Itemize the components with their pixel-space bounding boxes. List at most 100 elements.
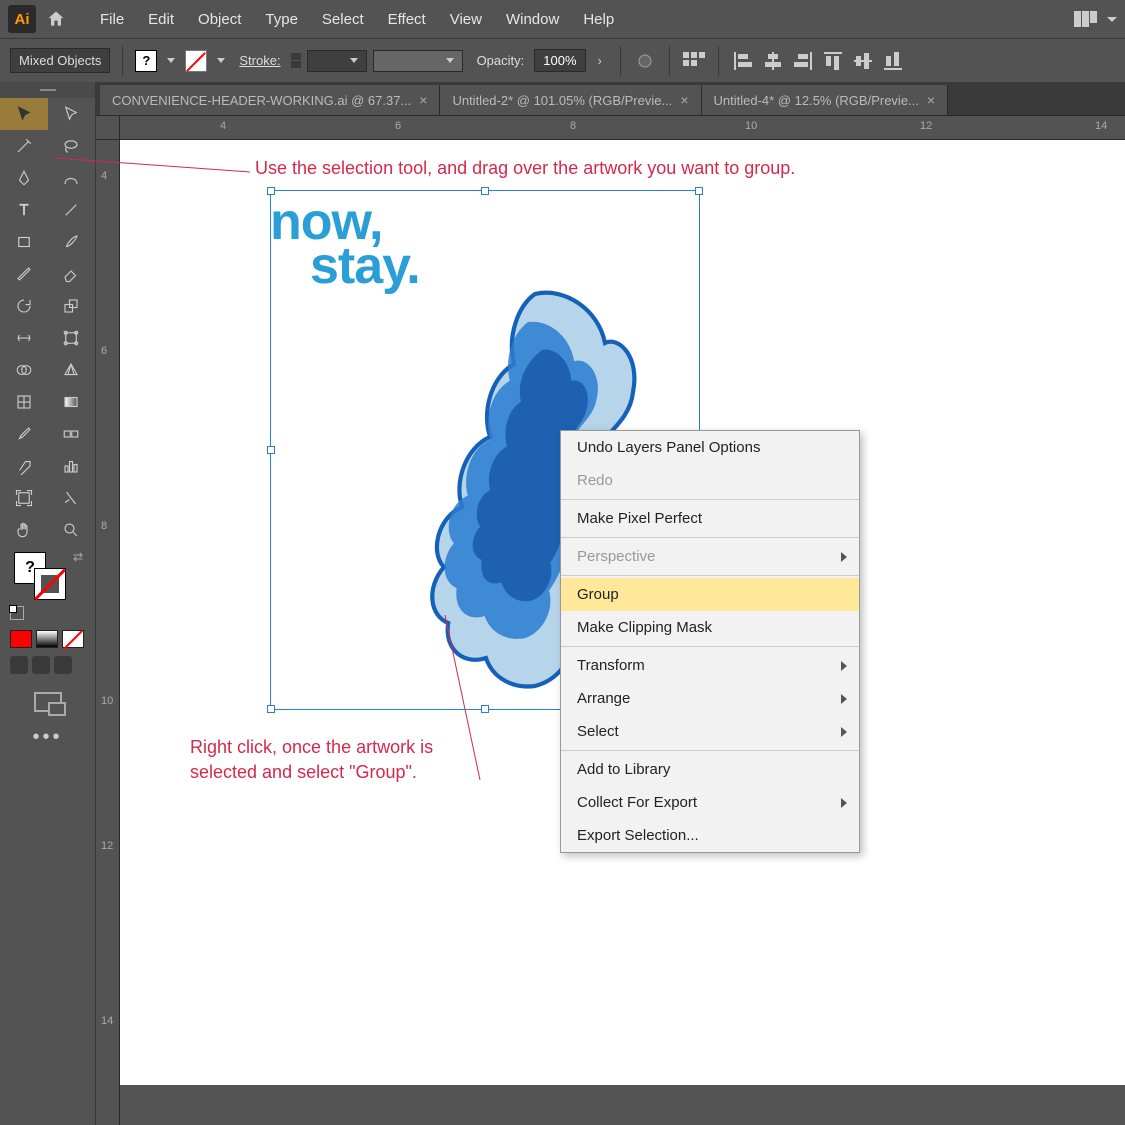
- eyedropper-tool[interactable]: [0, 418, 48, 450]
- blend-tool[interactable]: [48, 418, 96, 450]
- ctx-collect-export[interactable]: Collect For Export: [561, 786, 859, 819]
- menu-window[interactable]: Window: [494, 3, 571, 36]
- rectangle-tool[interactable]: [0, 226, 48, 258]
- menu-help[interactable]: Help: [571, 3, 626, 36]
- fill-dropdown-icon[interactable]: [167, 58, 175, 63]
- fill-stroke-picker[interactable]: ? ⇄: [0, 546, 95, 606]
- eraser-tool[interactable]: [48, 258, 96, 290]
- align-panel-icon[interactable]: [682, 51, 706, 71]
- screen-mode-icon[interactable]: [34, 692, 62, 712]
- document-tab[interactable]: CONVENIENCE-HEADER-WORKING.ai @ 67.37...…: [100, 85, 440, 115]
- draw-inside-icon[interactable]: [54, 656, 72, 674]
- brush-definition-dropdown[interactable]: [373, 50, 463, 72]
- draw-behind-icon[interactable]: [32, 656, 50, 674]
- menu-view[interactable]: View: [438, 3, 494, 36]
- ctx-export-selection[interactable]: Export Selection...: [561, 819, 859, 852]
- mesh-tool[interactable]: [0, 386, 48, 418]
- menu-file[interactable]: File: [88, 3, 136, 36]
- menu-type[interactable]: Type: [253, 3, 310, 36]
- ruler-tick: 8: [570, 120, 576, 132]
- menu-object[interactable]: Object: [186, 3, 253, 36]
- menu-effect[interactable]: Effect: [376, 3, 438, 36]
- ctx-arrange[interactable]: Arrange: [561, 682, 859, 715]
- ctx-select[interactable]: Select: [561, 715, 859, 748]
- shaper-tool[interactable]: [0, 258, 48, 290]
- ctx-clipping-mask[interactable]: Make Clipping Mask: [561, 611, 859, 644]
- selection-handle[interactable]: [695, 187, 703, 195]
- ctx-add-library[interactable]: Add to Library: [561, 753, 859, 786]
- draw-normal-icon[interactable]: [10, 656, 28, 674]
- stroke-weight-stepper[interactable]: [291, 53, 301, 68]
- magic-wand-tool[interactable]: [0, 130, 48, 162]
- selection-handle[interactable]: [267, 705, 275, 713]
- close-icon[interactable]: ×: [419, 92, 427, 108]
- opacity-expand-icon[interactable]: ›: [592, 53, 608, 68]
- free-transform-tool[interactable]: [48, 322, 96, 354]
- close-icon[interactable]: ×: [680, 92, 688, 108]
- selection-handle[interactable]: [481, 705, 489, 713]
- align-center-v-icon[interactable]: [851, 51, 875, 71]
- menu-edit[interactable]: Edit: [136, 3, 186, 36]
- stroke-swatch[interactable]: [185, 50, 207, 72]
- align-center-h-icon[interactable]: [761, 51, 785, 71]
- document-tab[interactable]: Untitled-2* @ 101.05% (RGB/Previe... ×: [440, 85, 701, 115]
- edit-toolbar-icon[interactable]: •••: [0, 726, 95, 749]
- shape-builder-tool[interactable]: [0, 354, 48, 386]
- opacity-value[interactable]: 100%: [534, 49, 585, 72]
- pen-tool[interactable]: [0, 162, 48, 194]
- ruler-origin[interactable]: [96, 116, 120, 140]
- artboard-tool[interactable]: [0, 482, 48, 514]
- direct-selection-tool[interactable]: [48, 98, 96, 130]
- ctx-undo[interactable]: Undo Layers Panel Options: [561, 431, 859, 464]
- workspace-dropdown-icon[interactable]: [1107, 17, 1117, 22]
- rotate-tool[interactable]: [0, 290, 48, 322]
- selection-handle[interactable]: [267, 187, 275, 195]
- slice-tool[interactable]: [48, 482, 96, 514]
- ruler-vertical[interactable]: 4 6 8 10 12 14: [96, 140, 120, 1125]
- paintbrush-tool[interactable]: [48, 226, 96, 258]
- color-mode-icon[interactable]: [10, 630, 32, 648]
- width-tool[interactable]: [0, 322, 48, 354]
- fill-swatch[interactable]: ?: [135, 50, 157, 72]
- curvature-tool[interactable]: [48, 162, 96, 194]
- zoom-tool[interactable]: [48, 514, 96, 546]
- lasso-tool[interactable]: [48, 130, 96, 162]
- recolor-icon[interactable]: [633, 51, 657, 71]
- ctx-group[interactable]: Group: [561, 578, 859, 611]
- align-left-icon[interactable]: [731, 51, 755, 71]
- ctx-pixel-perfect[interactable]: Make Pixel Perfect: [561, 502, 859, 535]
- symbol-sprayer-tool[interactable]: [0, 450, 48, 482]
- line-tool[interactable]: [48, 194, 96, 226]
- close-icon[interactable]: ×: [927, 92, 935, 108]
- selection-handle[interactable]: [481, 187, 489, 195]
- gradient-tool[interactable]: [48, 386, 96, 418]
- perspective-grid-tool[interactable]: [48, 354, 96, 386]
- align-bottom-icon[interactable]: [881, 51, 905, 71]
- scale-tool[interactable]: [48, 290, 96, 322]
- align-right-icon[interactable]: [791, 51, 815, 71]
- stroke-color-box[interactable]: [34, 568, 66, 600]
- stroke-dropdown-icon[interactable]: [217, 58, 225, 63]
- ctx-label: Select: [577, 723, 619, 740]
- document-tab[interactable]: Untitled-4* @ 12.5% (RGB/Previe...×: [702, 85, 949, 115]
- ctx-transform[interactable]: Transform: [561, 649, 859, 682]
- workspace-layout-icon[interactable]: [1074, 11, 1097, 27]
- gradient-mode-icon[interactable]: [36, 630, 58, 648]
- menu-select[interactable]: Select: [310, 3, 376, 36]
- stroke-weight-field[interactable]: [307, 50, 367, 72]
- hand-tool[interactable]: [0, 514, 48, 546]
- ctx-perspective[interactable]: Perspective: [561, 540, 859, 573]
- selection-handle[interactable]: [267, 446, 275, 454]
- ruler-horizontal[interactable]: 4 6 8 10 12 14: [120, 116, 1125, 140]
- document-tab-label: Untitled-2* @ 101.05% (RGB/Previe...: [452, 93, 672, 108]
- none-mode-icon[interactable]: [62, 630, 84, 648]
- align-top-icon[interactable]: [821, 51, 845, 71]
- type-tool[interactable]: [0, 194, 48, 226]
- default-fill-stroke-icon[interactable]: [10, 606, 24, 620]
- ruler-tick: 12: [920, 120, 932, 132]
- selection-tool[interactable]: [0, 98, 48, 130]
- column-graph-tool[interactable]: [48, 450, 96, 482]
- home-icon[interactable]: [42, 5, 70, 33]
- swap-fill-stroke-icon[interactable]: ⇄: [73, 550, 83, 564]
- tools-expand-icon[interactable]: [0, 82, 95, 98]
